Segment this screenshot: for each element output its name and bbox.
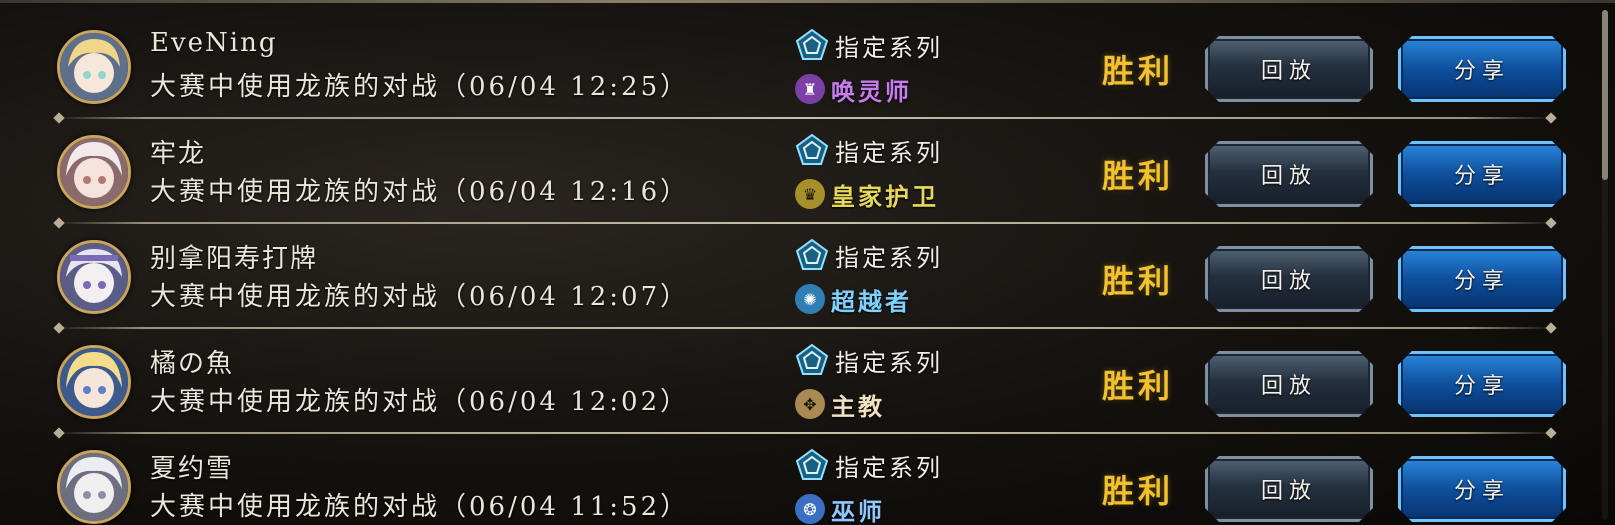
class-name: 主教 bbox=[831, 391, 885, 421]
battle-history-panel: EveNing 大赛中使用龙族的对战（06/04 12:25） 指定系列 ♜ 唤… bbox=[0, 0, 1615, 525]
pentagon-rotation-icon bbox=[795, 343, 829, 377]
format-tag: 指定系列 bbox=[795, 133, 943, 167]
player-avatar bbox=[57, 240, 131, 314]
battle-row: 别拿阳寿打牌 大赛中使用龙族的对战（06/04 12:07） 指定系列 ✺ 超越… bbox=[0, 224, 1615, 329]
result-victory: 胜利 bbox=[1102, 52, 1175, 90]
pentagon-rotation-icon bbox=[795, 238, 829, 272]
replay-button[interactable]: 回放 bbox=[1205, 351, 1373, 417]
havencraft-bishop-icon: ✥ bbox=[795, 389, 825, 419]
portalcraft-class-icon: ✺ bbox=[795, 284, 825, 314]
opponent-class: ♛ 皇家护卫 bbox=[795, 177, 939, 211]
pentagon-rotation-icon bbox=[795, 133, 829, 167]
share-button[interactable]: 分享 bbox=[1398, 36, 1566, 102]
player-name: 牢龙 bbox=[150, 139, 207, 169]
format-label: 指定系列 bbox=[835, 348, 943, 377]
battle-row: 夏约雪 大赛中使用龙族的对战（06/04 11:52） 指定系列 ❂ 巫师 胜利… bbox=[0, 434, 1615, 525]
class-name: 唤灵师 bbox=[831, 76, 912, 106]
runecraft-class-icon: ❂ bbox=[795, 494, 825, 524]
match-description: 大赛中使用龙族的对战（06/04 12:07） bbox=[150, 282, 690, 312]
havencraft-class-icon: ♛ bbox=[795, 179, 825, 209]
share-button[interactable]: 分享 bbox=[1398, 141, 1566, 207]
format-tag: 指定系列 bbox=[795, 28, 943, 62]
replay-button[interactable]: 回放 bbox=[1205, 141, 1373, 207]
match-description: 大赛中使用龙族的对战（06/04 12:25） bbox=[150, 72, 690, 102]
player-name: 橘の魚 bbox=[150, 349, 235, 379]
opponent-class: ❂ 巫师 bbox=[795, 492, 885, 525]
opponent-class: ✺ 超越者 bbox=[795, 282, 912, 316]
player-avatar bbox=[57, 135, 131, 209]
scrollbar-thumb[interactable] bbox=[1602, 10, 1608, 180]
replay-button[interactable]: 回放 bbox=[1205, 456, 1373, 522]
shadowcraft-class-icon: ♜ bbox=[795, 74, 825, 104]
battle-list: EveNing 大赛中使用龙族的对战（06/04 12:25） 指定系列 ♜ 唤… bbox=[0, 14, 1615, 525]
format-tag: 指定系列 bbox=[795, 448, 943, 482]
panel-top-border bbox=[0, 0, 1615, 3]
match-description: 大赛中使用龙族的对战（06/04 12:16） bbox=[150, 177, 690, 207]
player-avatar bbox=[57, 450, 131, 524]
result-victory: 胜利 bbox=[1102, 367, 1175, 405]
player-name: 夏约雪 bbox=[150, 454, 235, 484]
replay-button[interactable]: 回放 bbox=[1205, 246, 1373, 312]
share-button[interactable]: 分享 bbox=[1398, 456, 1566, 522]
pentagon-rotation-icon bbox=[795, 28, 829, 62]
battle-row: 橘の魚 大赛中使用龙族的对战（06/04 12:02） 指定系列 ✥ 主教 胜利… bbox=[0, 329, 1615, 434]
format-tag: 指定系列 bbox=[795, 238, 943, 272]
result-victory: 胜利 bbox=[1102, 262, 1175, 300]
share-button[interactable]: 分享 bbox=[1398, 351, 1566, 417]
format-label: 指定系列 bbox=[835, 33, 943, 62]
class-name: 皇家护卫 bbox=[831, 181, 939, 211]
player-avatar bbox=[57, 345, 131, 419]
match-description: 大赛中使用龙族的对战（06/04 11:52） bbox=[150, 492, 690, 522]
battle-row: 牢龙 大赛中使用龙族的对战（06/04 12:16） 指定系列 ♛ 皇家护卫 胜… bbox=[0, 119, 1615, 224]
format-tag: 指定系列 bbox=[795, 343, 943, 377]
battle-row: EveNing 大赛中使用龙族的对战（06/04 12:25） 指定系列 ♜ 唤… bbox=[0, 14, 1615, 119]
replay-button[interactable]: 回放 bbox=[1205, 36, 1373, 102]
pentagon-rotation-icon bbox=[795, 448, 829, 482]
format-label: 指定系列 bbox=[835, 138, 943, 167]
class-name: 巫师 bbox=[831, 496, 885, 525]
opponent-class: ♜ 唤灵师 bbox=[795, 72, 912, 106]
class-name: 超越者 bbox=[831, 286, 912, 316]
player-name: 别拿阳寿打牌 bbox=[150, 244, 319, 274]
format-label: 指定系列 bbox=[835, 243, 943, 272]
player-name: EveNing bbox=[150, 28, 278, 58]
share-button[interactable]: 分享 bbox=[1398, 246, 1566, 312]
player-avatar bbox=[57, 30, 131, 104]
list-scrollbar[interactable] bbox=[1602, 10, 1608, 520]
format-label: 指定系列 bbox=[835, 453, 943, 482]
opponent-class: ✥ 主教 bbox=[795, 387, 885, 421]
result-victory: 胜利 bbox=[1102, 157, 1175, 195]
match-description: 大赛中使用龙族的对战（06/04 12:02） bbox=[150, 387, 690, 417]
result-victory: 胜利 bbox=[1102, 472, 1175, 510]
